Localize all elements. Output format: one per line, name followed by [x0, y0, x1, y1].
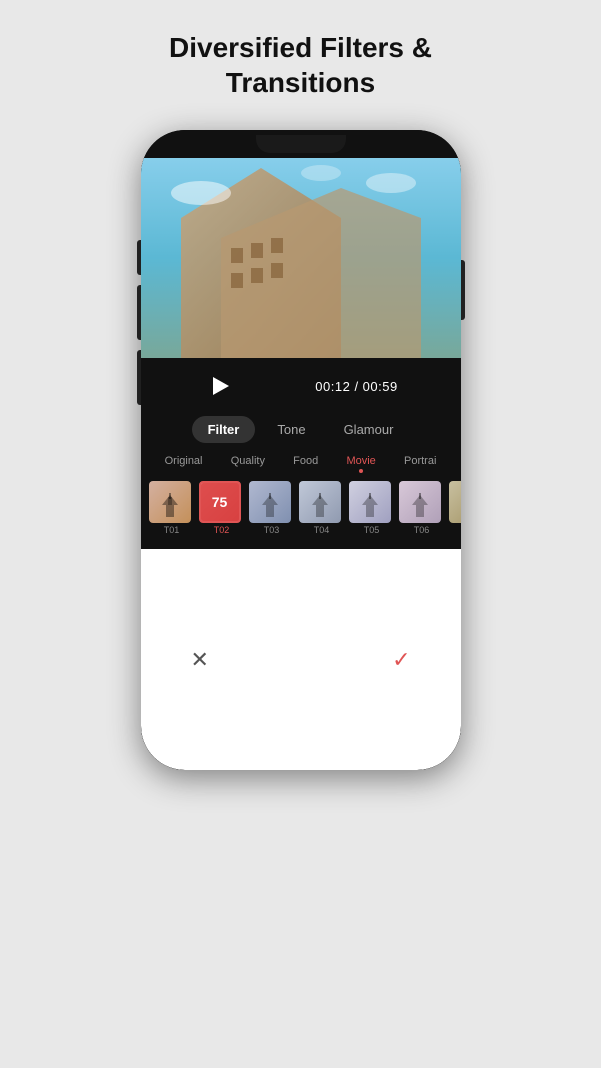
tab-bar: Filter Tone Glamour: [192, 416, 410, 443]
church-icon-t03: [258, 491, 282, 519]
playback-row: 00:12 / 00:59: [141, 370, 461, 402]
filter-t02-thumbnail: 75: [199, 481, 241, 523]
power-button: [461, 260, 465, 320]
filter-t05[interactable]: T05: [349, 481, 395, 535]
category-original[interactable]: Original: [161, 453, 207, 475]
filter-t06-label: T06: [399, 525, 445, 535]
filter-t03-label: T03: [249, 525, 295, 535]
filter-t04-thumbnail: [299, 481, 341, 523]
phone-screen: 00:12 / 00:59 Filter Tone Glamour Origin…: [141, 130, 461, 770]
filter-t07-thumbnail: [449, 481, 461, 523]
video-preview: [141, 158, 461, 358]
filter-t01[interactable]: T01: [149, 481, 195, 535]
notch-bar: [141, 130, 461, 158]
notch: [256, 135, 346, 153]
filter-t05-thumbnail: [349, 481, 391, 523]
category-portrait[interactable]: Portrai: [400, 453, 440, 475]
category-quality[interactable]: Quality: [227, 453, 269, 475]
filter-t02-value: 75: [201, 483, 239, 521]
filter-t02-label: T02: [199, 525, 245, 535]
filter-t05-label: T05: [349, 525, 395, 535]
volume-down-button: [137, 350, 141, 405]
church-icon-t07: [458, 491, 461, 519]
tab-glamour[interactable]: Glamour: [328, 416, 410, 443]
phone-mockup: 00:12 / 00:59 Filter Tone Glamour Origin…: [141, 130, 461, 770]
filter-t02[interactable]: 75 T02: [199, 481, 245, 535]
page-title: Diversified Filters &Transitions: [169, 30, 432, 100]
time-display: 00:12 / 00:59: [315, 379, 397, 394]
play-button[interactable]: [203, 370, 235, 402]
filter-t03-thumbnail: [249, 481, 291, 523]
category-food[interactable]: Food: [289, 453, 322, 475]
filter-t03[interactable]: T03: [249, 481, 295, 535]
controls-area: 00:12 / 00:59 Filter Tone Glamour Origin…: [141, 358, 461, 549]
tab-filter[interactable]: Filter: [192, 416, 256, 443]
filter-t04-label: T04: [299, 525, 345, 535]
filter-strip: T01 75 T02: [141, 481, 461, 535]
confirm-button[interactable]: ✓: [392, 647, 410, 673]
building-illustration: [141, 158, 461, 358]
category-movie[interactable]: Movie: [342, 453, 379, 475]
bottom-bar: ✕ ✓: [141, 549, 461, 770]
filter-t06-thumbnail: [399, 481, 441, 523]
filter-t01-thumbnail: [149, 481, 191, 523]
church-icon-t04: [308, 491, 332, 519]
church-icon-t01: [158, 491, 182, 519]
church-icon-t05: [358, 491, 382, 519]
filter-t06[interactable]: T06: [399, 481, 445, 535]
phone-frame: 00:12 / 00:59 Filter Tone Glamour Origin…: [141, 130, 461, 770]
filter-t07-label: T07: [449, 525, 461, 535]
filter-t07[interactable]: T07: [449, 481, 461, 535]
active-category-dot: [359, 469, 363, 473]
filter-t04[interactable]: T04: [299, 481, 345, 535]
filter-t01-label: T01: [149, 525, 195, 535]
play-icon: [213, 377, 229, 395]
church-icon-t06: [408, 491, 432, 519]
cancel-button[interactable]: ✕: [191, 647, 209, 673]
tab-tone[interactable]: Tone: [261, 416, 321, 443]
filter-categories: Original Quality Food Movie Portrai: [141, 453, 461, 475]
